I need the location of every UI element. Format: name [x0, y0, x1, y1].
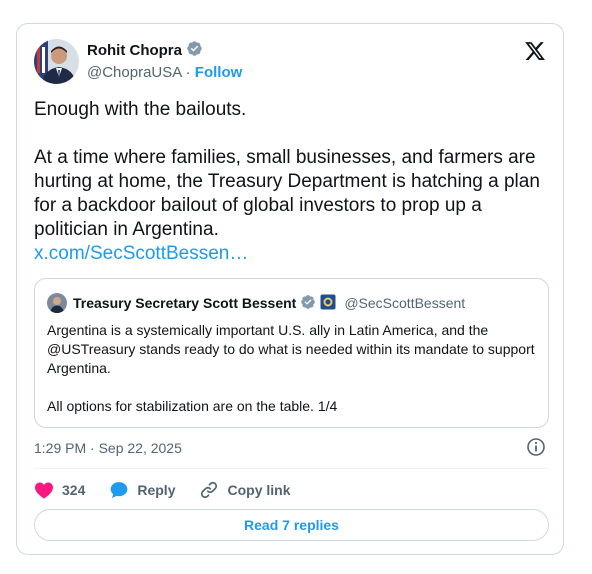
quoted-tweet-body: Argentina is a systemically important U.…	[47, 321, 537, 416]
quoted-paragraph-2: All options for stabilization are on the…	[47, 398, 338, 414]
like-button[interactable]: 324	[34, 481, 85, 499]
author-name-row[interactable]: Rohit Chopra	[87, 40, 203, 61]
speech-bubble-icon	[109, 480, 129, 500]
x-logo-icon[interactable]	[524, 40, 546, 62]
quoted-tweet[interactable]: Treasury Secretary Scott Bessent @SecSco…	[34, 278, 549, 428]
read-replies-button[interactable]: Read 7 replies	[34, 509, 549, 541]
author-handle[interactable]: @ChopraUSA	[87, 64, 181, 81]
quoted-author-avatar	[47, 293, 67, 313]
copy-link-button[interactable]: Copy link	[199, 480, 291, 500]
link-icon	[199, 480, 219, 500]
author-avatar[interactable]	[34, 39, 79, 84]
quoted-paragraph-1: Argentina is a systemically important U.…	[47, 322, 535, 376]
divider	[34, 468, 549, 469]
info-icon[interactable]	[526, 437, 546, 457]
treasury-seal-icon	[320, 294, 336, 313]
tweet-link[interactable]: x.com/SecScottBessen…	[34, 243, 248, 264]
handle-separator: ·	[185, 64, 191, 81]
heart-icon	[34, 481, 54, 499]
copy-link-label: Copy link	[227, 482, 291, 498]
quoted-author-handle: @SecScottBessent	[344, 295, 466, 311]
quoted-author-name: Treasury Secretary Scott Bessent	[73, 295, 297, 311]
author-handle-line: @ChopraUSA · Follow	[87, 64, 242, 81]
verified-badge-icon	[186, 40, 203, 61]
reply-label: Reply	[137, 482, 176, 498]
quoted-tweet-header: Treasury Secretary Scott Bessent @SecSco…	[47, 293, 465, 313]
reply-button[interactable]: Reply	[109, 480, 175, 500]
tweet-card: Rohit Chopra @ChopraUSA · Follow Enough …	[16, 23, 564, 555]
author-name[interactable]: Rohit Chopra	[87, 42, 182, 59]
tweet-timestamp[interactable]: 1:29 PM · Sep 22, 2025	[34, 440, 182, 456]
tweet-body: Enough with the bailouts. At a time wher…	[34, 98, 549, 266]
tweet-paragraph-2: At a time where families, small business…	[34, 147, 540, 240]
quoted-verified-badge-icon	[300, 294, 316, 313]
follow-button[interactable]: Follow	[195, 64, 243, 81]
like-count: 324	[62, 482, 86, 498]
action-bar: 324 Reply Copy link	[34, 479, 315, 501]
tweet-line-1: Enough with the bailouts.	[34, 99, 247, 120]
